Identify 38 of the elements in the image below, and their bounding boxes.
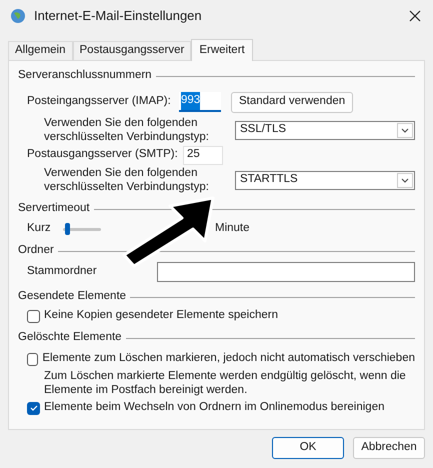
tab[interactable]: Postausgangsserver <box>72 41 192 60</box>
tab[interactable]: Erweitert <box>191 39 253 61</box>
close-icon[interactable] <box>409 10 421 22</box>
slider-min-label: Kurz <box>27 221 52 236</box>
group-heading: Ordner <box>18 243 54 258</box>
checkbox[interactable] <box>27 402 40 414</box>
checkmark-icon <box>30 405 38 411</box>
window-title: Internet-E-Mail-Einstellungen <box>34 7 202 26</box>
checkbox-label: Elemente beim Wechseln von Ordnern im Onlinemodus bereinigen <box>44 400 384 416</box>
checkbox-label: Elemente zum Löschen markieren, jedoch nicht automatisch verschieben <box>42 351 415 366</box>
chevron-down-icon <box>397 172 413 188</box>
note-text: Zum Löschen markierte Elemente werden endgültig gelöscht, wenn die Elemente im Postfach bereinigt werden. <box>43 369 407 397</box>
checkbox-label: Keine Kopien gesendeter Elemente speichern <box>44 308 278 324</box>
encryption-dropdown[interactable]: STARTTLS <box>235 170 415 190</box>
group-heading: Gesendete Elemente <box>18 289 126 304</box>
tab[interactable]: Allgemein <box>8 41 72 60</box>
field-label: Postausgangsserver (SMTP): <box>27 147 179 162</box>
group-heading: Servertimeout <box>18 201 90 216</box>
group-heading: Serveranschlussnummern <box>18 68 152 84</box>
default-button[interactable]: Standard verwenden <box>231 92 354 112</box>
port-input[interactable]: 993 <box>179 92 221 112</box>
globe-icon <box>10 8 26 24</box>
root-folder-input[interactable] <box>157 262 415 282</box>
checkbox[interactable] <box>27 352 38 366</box>
checkbox[interactable] <box>27 310 40 322</box>
chevron-down-icon <box>397 122 413 138</box>
field-label: Verwenden Sie den folgenden verschlüsselten Verbindungstyp: <box>44 116 210 144</box>
field-label: Stammordner <box>27 264 98 280</box>
group-heading: Gelöschte Elemente <box>18 330 122 346</box>
field-label: Posteingangsserver (IMAP): <box>27 94 172 110</box>
dialog-button[interactable]: Abbrechen <box>353 437 425 459</box>
encryption-dropdown[interactable]: SSL/TLS <box>235 120 415 140</box>
slider-thumb[interactable] <box>64 223 70 235</box>
port-input[interactable]: 25 <box>183 146 223 164</box>
field-label: Verwenden Sie den folgenden verschlüsselten Verbindungstyp: <box>44 166 210 194</box>
timeout-value: Minute <box>215 221 250 236</box>
dialog-button[interactable]: OK <box>272 437 344 459</box>
timeout-slider[interactable] <box>63 223 101 235</box>
